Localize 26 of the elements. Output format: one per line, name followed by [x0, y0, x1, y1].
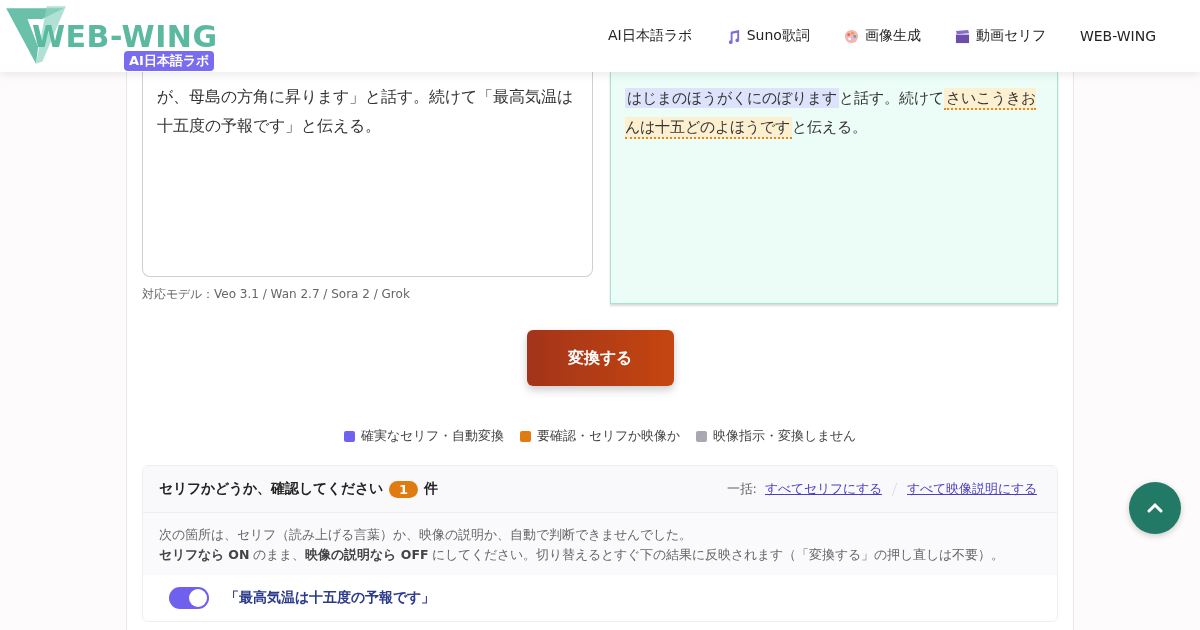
- legend-label: 映像指示・変換しません: [713, 428, 856, 445]
- review-description: セリフなら ON のまま、映像の説明なら OFF にしてください。切り替えるとすぐ下の結果に反映されます（「変換する」の押し直しは不要）。: [159, 546, 1006, 564]
- bulk-label: 一括:: [726, 480, 757, 498]
- logo-badge: AI日本語ラボ: [124, 51, 214, 71]
- nav-link[interactable]: Suno歌詞: [725, 27, 810, 45]
- text-input-field[interactable]: が、母島の方角に昇ります」と話す。続けて「最高気温は十五度の予報です」と伝える。: [142, 72, 593, 277]
- legend-label: 要確認・セリフか映像か: [537, 428, 680, 445]
- palette-icon: [843, 28, 859, 44]
- nav-link[interactable]: WEB-WING: [1079, 27, 1156, 45]
- bulk-action-link[interactable]: すべてセリフにする: [765, 480, 882, 498]
- review-title: セリフかどうか、確認してください: [159, 480, 383, 498]
- review-description: 次の箇所は、セリフ（読み上げる言葉）か、映像の説明か、自動で判断できませんでした。: [159, 526, 693, 544]
- clapperboard-icon: [954, 28, 970, 44]
- supported-models-note: 対応モデル：Veo 3.1 / Wan 2.7 / Sora 2 / Grok: [142, 286, 411, 303]
- convert-button[interactable]: 変換する: [526, 330, 674, 386]
- nav-link[interactable]: 画像生成: [843, 27, 921, 45]
- nav-link[interactable]: 動画セリフ: [954, 27, 1046, 45]
- legend-label: 確実なセリフ・自動変換: [361, 428, 504, 445]
- count-unit: 件: [424, 480, 439, 498]
- bulk-action-link[interactable]: すべて映像説明にする: [907, 480, 1037, 498]
- nav-link[interactable]: AI日本語ラボ: [608, 27, 692, 45]
- count-badge: 1: [389, 480, 419, 498]
- output-text: はじまのほうがくにのぼります と話す。続けて さいこうきおんは十五どのよほうです と伝える。: [610, 72, 1058, 304]
- phrase-text: 「最高気温は十五度の予報です」: [225, 589, 435, 607]
- scroll-to-top-button[interactable]: [1129, 482, 1181, 534]
- toggle-switch[interactable]: [169, 587, 209, 609]
